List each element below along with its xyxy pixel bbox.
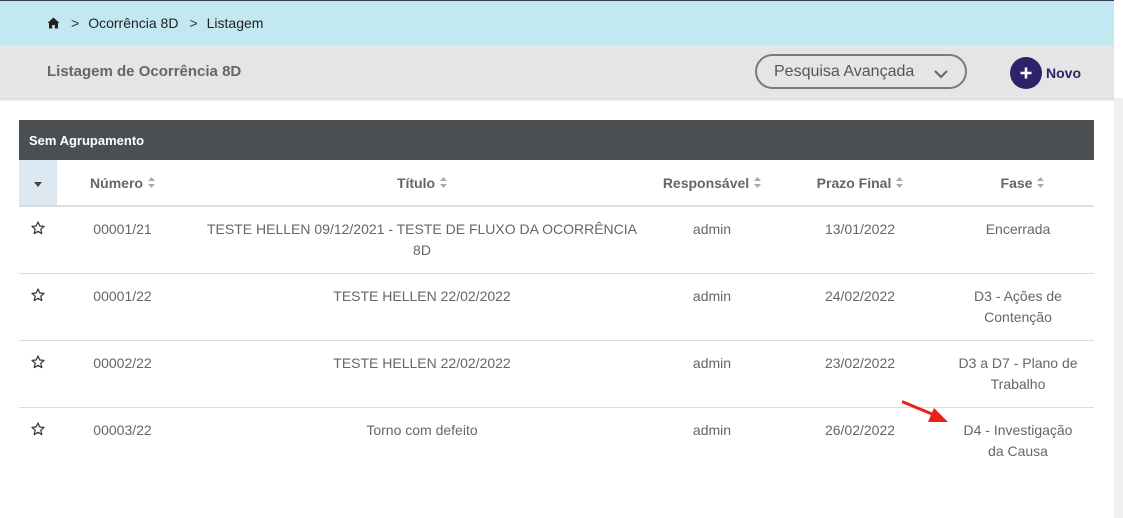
cell-fase: D3 - Ações de Contenção [974,288,1062,325]
cell-titulo: TESTE HELLEN 09/12/2021 - TESTE DE FLUXO… [207,221,637,258]
cell-prazo: 23/02/2022 [824,355,896,371]
cell-titulo: TESTE HELLEN 22/02/2022 [333,288,511,304]
sort-icon [1037,175,1045,191]
cell-responsavel: admin [692,288,732,304]
star-icon[interactable] [31,221,45,240]
cell-numero: 00003/22 [93,422,152,438]
column-header-fase[interactable]: Fase [950,160,1095,206]
star-icon[interactable] [31,288,45,307]
new-button-label: Novo [1046,65,1081,81]
sort-icon [440,175,448,191]
table-row[interactable]: 00002/22 TESTE HELLEN 22/02/2022 admin 2… [19,341,1094,408]
column-header-responsavel[interactable]: Responsável [656,160,768,206]
column-label: Responsável [662,175,750,191]
cell-responsavel: admin [692,355,732,371]
star-icon[interactable] [31,422,45,441]
chevron-down-icon [934,66,948,84]
new-button[interactable]: Novo [1010,57,1081,89]
cell-responsavel: admin [692,422,732,438]
cell-fase: D3 a D7 - Plano de Trabalho [958,355,1078,392]
table-row[interactable]: 00001/21 TESTE HELLEN 09/12/2021 - TESTE… [19,207,1094,274]
column-label: Prazo Final [816,175,892,191]
breadcrumb: > Ocorrência 8D > Listagem [0,1,1114,45]
caret-down-icon [34,174,42,192]
page-header: Listagem de Ocorrência 8D Pesquisa Avanç… [0,45,1114,98]
annotation-arrow-icon [902,400,948,422]
cell-titulo: TESTE HELLEN 22/02/2022 [333,355,511,371]
column-header-prazo[interactable]: Prazo Final [800,160,920,206]
cell-fase: D4 - Investigação da Causa [963,422,1073,459]
column-label: Número [90,175,143,191]
advanced-search-label: Pesquisa Avançada [774,62,915,80]
group-header: Sem Agrupamento [19,120,1094,160]
cell-fase: Encerrada [985,221,1051,237]
breadcrumb-item-listagem: Listagem [206,15,264,31]
page-title: Listagem de Ocorrência 8D [47,63,242,80]
expand-all-toggle[interactable] [19,160,57,206]
cell-responsavel: admin [692,221,732,237]
column-label: Fase [1000,175,1033,191]
advanced-search-button[interactable]: Pesquisa Avançada [755,54,967,89]
column-header-numero[interactable]: Número [57,160,188,206]
sort-icon [754,175,762,191]
column-header-titulo[interactable]: Título [188,160,656,206]
breadcrumb-item-ocorrencia[interactable]: Ocorrência 8D [88,15,178,31]
breadcrumb-separator: > [71,15,80,31]
cell-prazo: 24/02/2022 [824,288,896,304]
cell-numero: 00001/22 [93,288,152,304]
cell-numero: 00001/21 [93,221,152,237]
sort-icon [147,175,155,191]
sort-icon [896,175,904,191]
cell-titulo: Torno com defeito [366,422,478,438]
table-row[interactable]: 00001/22 TESTE HELLEN 22/02/2022 admin 2… [19,274,1094,341]
plus-icon [1010,57,1042,89]
cell-prazo: 13/01/2022 [824,221,896,237]
column-label: Título [396,175,436,191]
scroll-gutter [1114,98,1123,518]
home-icon[interactable] [47,17,60,29]
cell-numero: 00002/22 [93,355,152,371]
star-icon[interactable] [31,355,45,374]
breadcrumb-separator: > [189,15,198,31]
header-shadow [0,98,1114,102]
